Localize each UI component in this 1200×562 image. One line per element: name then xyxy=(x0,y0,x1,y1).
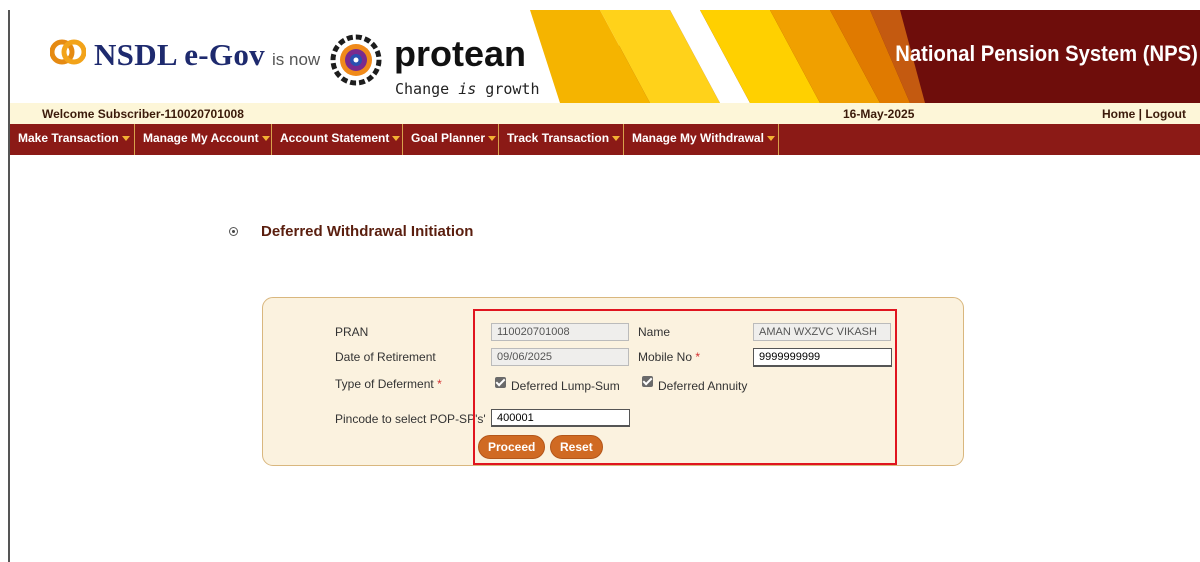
link-separator: | xyxy=(1135,107,1146,121)
reset-button[interactable]: Reset xyxy=(550,435,603,459)
nav-label: Track Transaction xyxy=(507,131,610,145)
date-of-retirement-field xyxy=(491,348,629,366)
pincode-label: Pincode to select POP-SP's' xyxy=(335,412,486,426)
nav-label: Account Statement xyxy=(280,131,390,145)
tagline-part-1: Change xyxy=(395,80,459,98)
name-label: Name xyxy=(638,325,671,339)
chevron-down-icon xyxy=(766,136,775,142)
nsdl-logo-icon xyxy=(50,39,86,65)
chevron-down-icon xyxy=(612,136,621,142)
top-links: Home | Logout xyxy=(1102,107,1186,121)
mobile-label: Mobile No * xyxy=(638,350,700,364)
pran-label: PRAN xyxy=(335,325,369,339)
chevron-down-icon xyxy=(488,136,497,142)
date-of-retirement-label: Date of Retirement xyxy=(335,350,436,364)
home-link[interactable]: Home xyxy=(1102,107,1135,121)
tagline-part-2: growth xyxy=(476,80,540,98)
nav-track-transaction[interactable]: Track Transaction xyxy=(499,124,624,155)
logo-area: NSDL e-Gov is now protean Change is grow… xyxy=(10,10,540,103)
pran-field xyxy=(491,323,629,341)
nav-manage-my-account[interactable]: Manage My Account xyxy=(135,124,272,155)
is-now-text: is now xyxy=(272,50,321,69)
chevron-down-icon xyxy=(261,136,270,142)
nav-label: Manage My Withdrawal xyxy=(632,131,764,145)
protean-logo-icon xyxy=(330,34,382,86)
main-nav: Make Transaction Manage My Account Accou… xyxy=(10,124,1200,155)
pincode-field[interactable] xyxy=(491,409,630,427)
page-title: Deferred Withdrawal Initiation xyxy=(261,223,474,240)
nav-make-transaction[interactable]: Make Transaction xyxy=(10,124,135,155)
deferment-label-text: Type of Deferment xyxy=(335,377,434,391)
nav-label: Manage My Account xyxy=(143,131,259,145)
nav-label: Goal Planner xyxy=(411,131,486,145)
required-mark: * xyxy=(695,350,701,364)
radio-bullet-icon xyxy=(229,227,238,236)
welcome-subscriber: Welcome Subscriber-110020701008 xyxy=(42,107,244,121)
deferred-lump-sum-label: Deferred Lump-Sum xyxy=(511,379,620,393)
proceed-button[interactable]: Proceed xyxy=(478,435,546,459)
welcome-bar: Welcome Subscriber-110020701008 16-May-2… xyxy=(10,103,1200,124)
logout-link[interactable]: Logout xyxy=(1145,107,1186,121)
nsdl-logo-text: NSDL e-Gov xyxy=(94,37,265,72)
chevron-down-icon xyxy=(392,136,401,142)
deferred-lump-sum-checkbox[interactable] xyxy=(495,377,506,388)
chevron-down-icon xyxy=(121,136,130,142)
page-frame: NSDL e-Gov is now protean Change is grow… xyxy=(0,0,1200,562)
current-date: 16-May-2025 xyxy=(843,107,915,121)
deferred-annuity-label: Deferred Annuity xyxy=(658,379,748,393)
protean-logo-text: protean xyxy=(394,33,527,74)
name-field xyxy=(753,323,891,341)
mobile-field[interactable] xyxy=(753,348,892,367)
tagline-emphasis: is xyxy=(458,80,477,98)
nav-manage-my-withdrawal[interactable]: Manage My Withdrawal xyxy=(624,124,779,155)
nav-goal-planner[interactable]: Goal Planner xyxy=(403,124,499,155)
mobile-label-text: Mobile No xyxy=(638,350,693,364)
nav-label: Make Transaction xyxy=(18,131,119,145)
required-mark: * xyxy=(437,377,442,391)
deferred-annuity-checkbox[interactable] xyxy=(642,376,653,387)
protean-tagline: Change is growth xyxy=(395,80,540,98)
system-title: National Pension System (NPS) xyxy=(895,41,1198,66)
type-of-deferment-label: Type of Deferment * xyxy=(335,377,442,391)
nav-account-statement[interactable]: Account Statement xyxy=(272,124,403,155)
